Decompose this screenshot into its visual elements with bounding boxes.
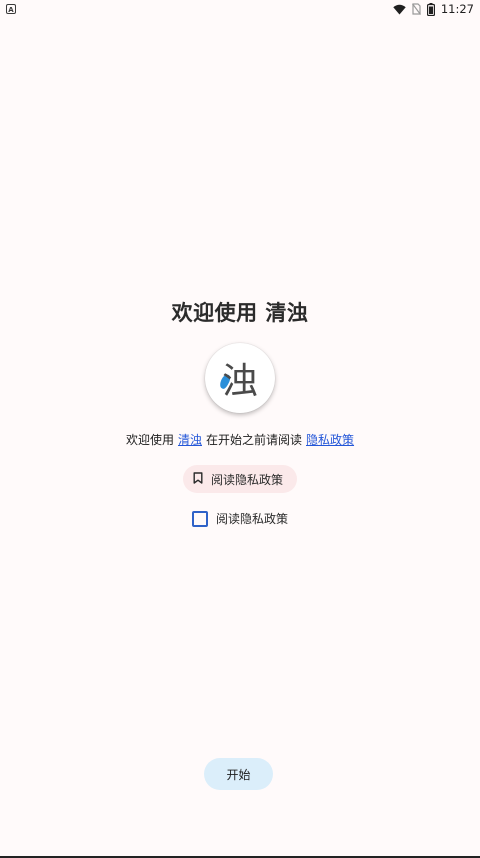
bookmark-icon: [193, 471, 203, 487]
read-privacy-policy-label: 阅读隐私政策: [210, 472, 283, 487]
battery-icon: [426, 2, 435, 16]
start-button[interactable]: 开始: [204, 758, 273, 790]
welcome-title: 欢迎使用 清浊: [171, 301, 309, 325]
agreement-checkbox-label: 阅读隐私政策: [215, 512, 288, 526]
app-notification-icon: A: [6, 4, 16, 14]
no-sim-icon: [411, 3, 421, 15]
welcome-content: 欢迎使用 清浊 浊 欢迎使用 清浊 在开始之前请阅读 隐私政策 阅读隐私政策 阅…: [0, 298, 480, 527]
agreement-checkbox-row[interactable]: 阅读隐私政策: [191, 510, 288, 527]
status-left: A: [6, 4, 16, 14]
status-right: 11:27: [393, 2, 474, 16]
app-logo: 浊: [205, 343, 275, 413]
privacy-policy-link[interactable]: 隐私政策: [306, 431, 354, 448]
read-privacy-policy-button[interactable]: 阅读隐私政策: [182, 465, 297, 493]
wifi-icon: [393, 4, 406, 15]
app-name-link[interactable]: 清浊: [178, 431, 202, 448]
intro-text: 欢迎使用 清浊 在开始之前请阅读 隐私政策: [126, 431, 354, 448]
intro-prefix: 欢迎使用: [125, 433, 174, 447]
intro-middle: 在开始之前请阅读: [206, 433, 303, 447]
status-bar: A 11:27: [0, 0, 480, 18]
logo-character: 浊: [221, 361, 258, 402]
agreement-checkbox[interactable]: [191, 510, 208, 527]
clock-time: 11:27: [440, 2, 474, 16]
